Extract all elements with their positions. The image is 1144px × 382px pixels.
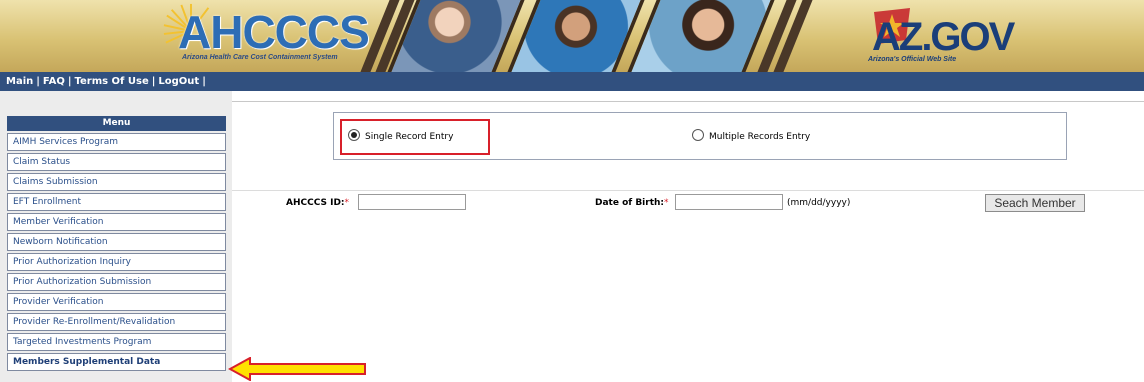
menu-item-claim-status[interactable]: Claim Status [7, 153, 226, 171]
menu-item-provider-verification[interactable]: Provider Verification [7, 293, 226, 311]
left-sidebar: Menu AIMH Services Program Claim Status … [0, 91, 232, 382]
azgov-logo-subtitle: Arizona's Official Web Site [868, 56, 957, 63]
multiple-records-option[interactable]: Multiple Records Entry [692, 129, 810, 142]
nav-separator: | [151, 76, 156, 87]
divider [232, 190, 1144, 191]
menu-item-member-verification[interactable]: Member Verification [7, 213, 226, 231]
nav-terms-link[interactable]: Terms Of Use [75, 76, 149, 87]
azgov-logo[interactable]: AZ.GOV Arizona's Official Web Site [862, 4, 1015, 68]
ahcccs-logo-subtitle: Arizona Health Care Cost Containment Sys… [182, 54, 338, 61]
banner-photo-3 [627, 0, 775, 72]
side-menu: Menu AIMH Services Program Claim Status … [7, 116, 226, 371]
annotation-highlight-box [340, 119, 490, 155]
required-mark: * [344, 198, 350, 208]
ahcccs-logo-text: AHCCCS [178, 6, 370, 58]
banner-photo-2 [507, 0, 645, 72]
ahcccs-logo[interactable]: AHCCCS Arizona Health Care Cost Containm… [163, 3, 370, 66]
required-mark: * [664, 198, 669, 208]
ahcccs-id-input[interactable] [358, 194, 466, 210]
dob-label-row: Date of Birth:* [595, 198, 669, 208]
nav-separator: | [67, 76, 72, 87]
multiple-records-label: Multiple Records Entry [709, 132, 811, 142]
divider [232, 101, 1144, 102]
dob-input[interactable] [675, 194, 783, 210]
menu-item-provider-reenrollment[interactable]: Provider Re-Enrollment/Revalidation [7, 313, 226, 331]
menu-item-members-supplemental-data[interactable]: Members Supplemental Data [7, 353, 226, 371]
menu-item-prior-auth-inquiry[interactable]: Prior Authorization Inquiry [7, 253, 226, 271]
menu-item-targeted-investments[interactable]: Targeted Investments Program [7, 333, 226, 351]
azgov-logo-text: AZ.GOV [872, 15, 1015, 59]
radio-unselected-icon[interactable] [692, 129, 704, 141]
ahcccs-id-label: AHCCCS ID: [286, 198, 345, 208]
menu-item-newborn-notification[interactable]: Newborn Notification [7, 233, 226, 251]
menu-item-prior-auth-submission[interactable]: Prior Authorization Submission [7, 273, 226, 291]
ahcccs-id-label-row: AHCCCS ID:* [286, 198, 349, 208]
header-banner: AHCCCS Arizona Health Care Cost Containm… [0, 0, 1144, 72]
annotation-arrow-icon [228, 357, 366, 381]
menu-item-aimh-services[interactable]: AIMH Services Program [7, 133, 226, 151]
nav-faq-link[interactable]: FAQ [43, 76, 65, 87]
nav-main-link[interactable]: Main [6, 76, 33, 87]
nav-logout-link[interactable]: LogOut [158, 76, 199, 87]
menu-item-eft-enrollment[interactable]: EFT Enrollment [7, 193, 226, 211]
nav-separator: | [36, 76, 40, 87]
top-nav: Main | FAQ | Terms Of Use | LogOut | [0, 72, 1144, 91]
dob-label: Date of Birth: [595, 198, 665, 208]
menu-title: Menu [7, 116, 226, 131]
search-member-button[interactable]: Seach Member [985, 194, 1085, 212]
dob-format-hint: (mm/dd/yyyy) [787, 198, 851, 208]
menu-item-claims-submission[interactable]: Claims Submission [7, 173, 226, 191]
nav-separator: | [202, 76, 206, 87]
